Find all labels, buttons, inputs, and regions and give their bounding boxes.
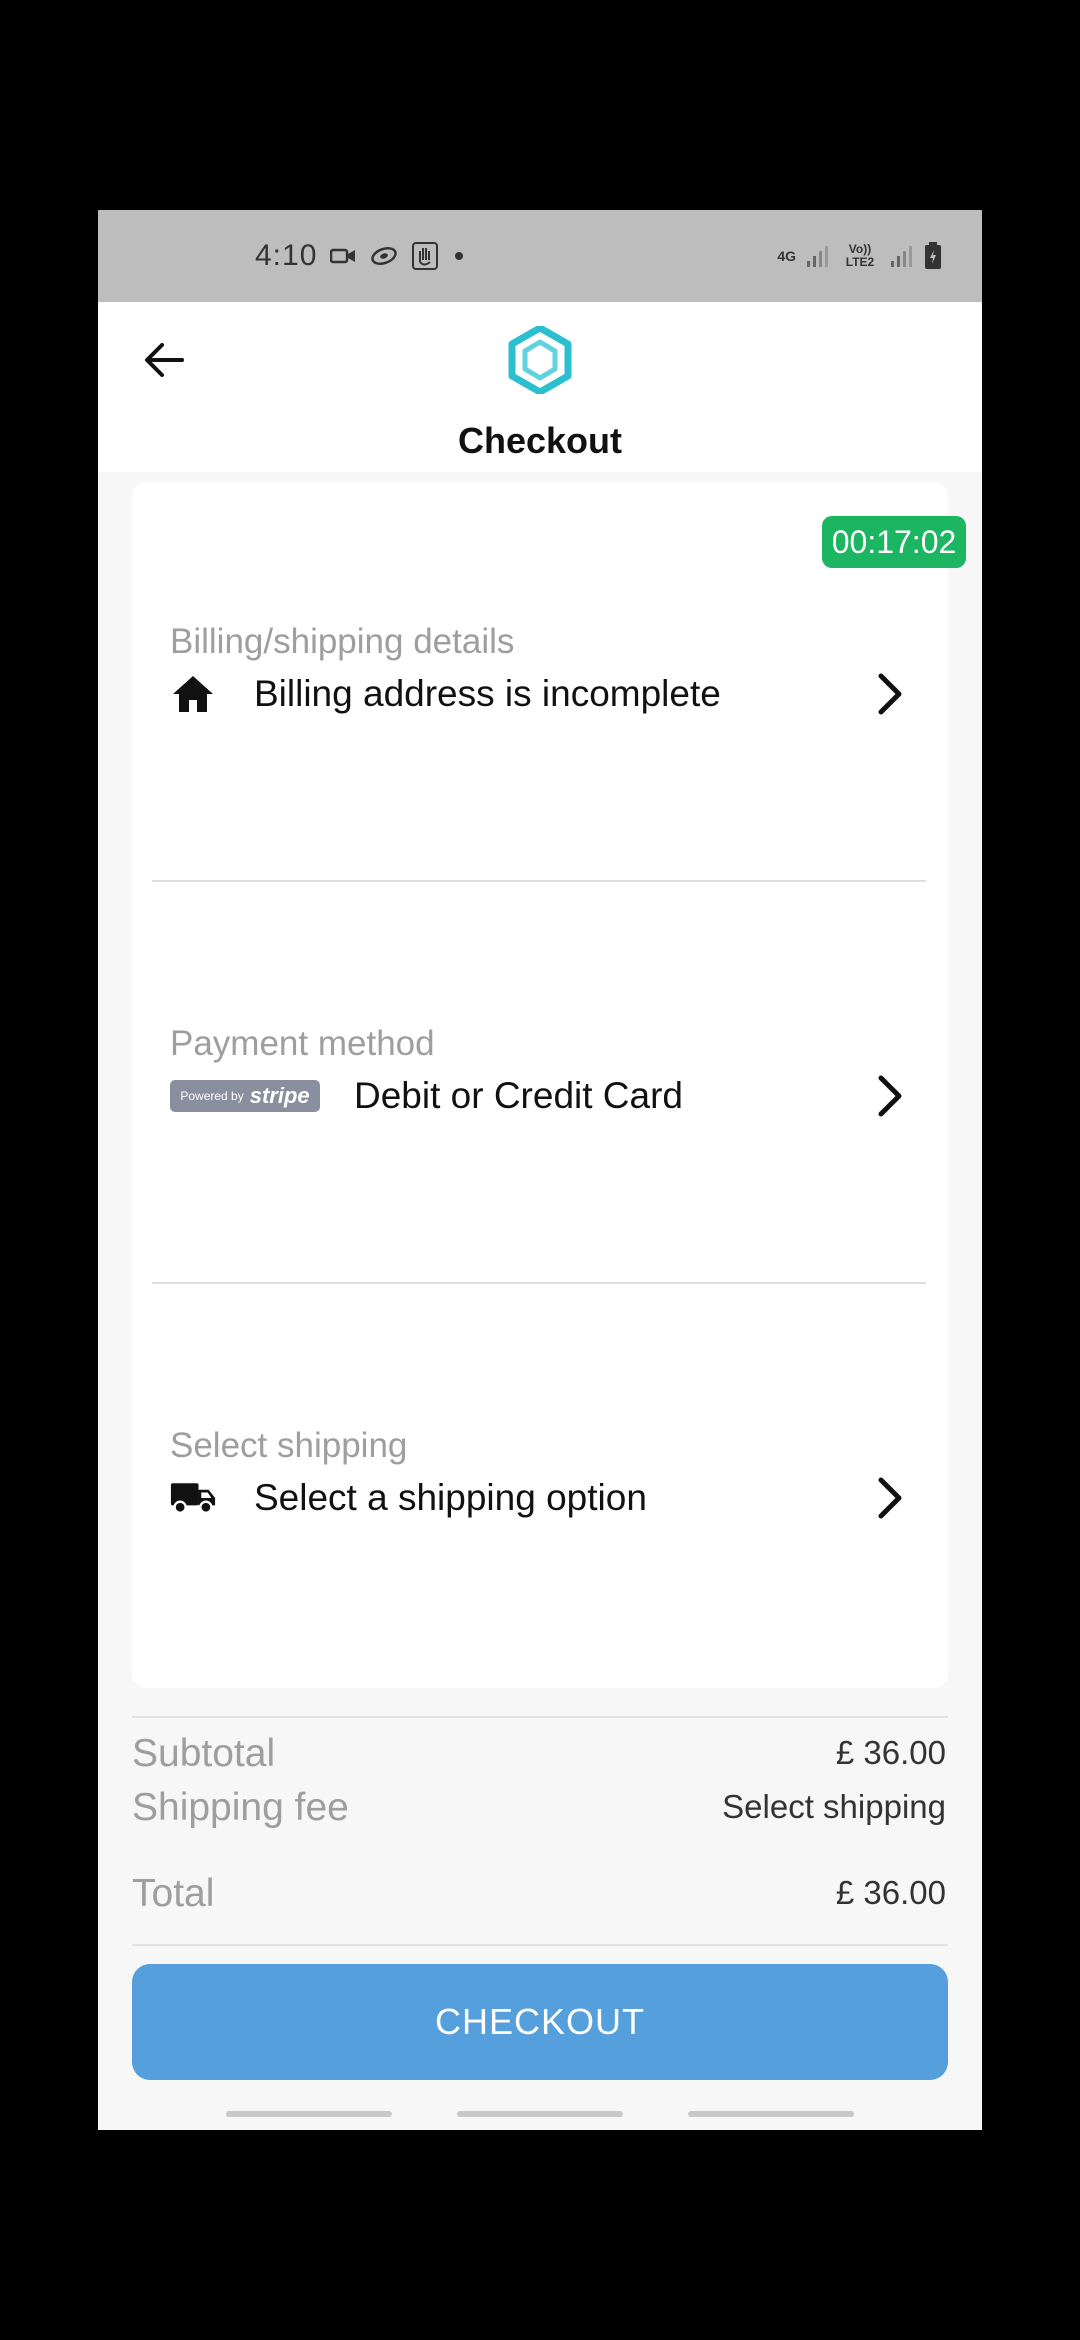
status-time: 4:10	[255, 239, 318, 272]
video-camera-icon	[330, 248, 355, 264]
app-logo-icon	[508, 326, 572, 394]
dot-icon	[455, 252, 463, 260]
status-icons-right: 4G Vo)) LTE2	[777, 210, 942, 302]
network-type-label: 4G	[777, 248, 796, 264]
shipping-option-text: Select a shipping option	[254, 1477, 647, 1518]
subtotal-label: Subtotal	[132, 1732, 276, 1775]
total-value: £ 36.00	[835, 1874, 946, 1911]
billing-address-row[interactable]: Billing address is incomplete	[170, 664, 910, 724]
payment-method-row[interactable]: Powered by stripe Debit or Credit Card	[170, 1066, 910, 1126]
countdown-timer: 00:17:02	[822, 516, 966, 568]
signal-2-icon	[891, 246, 912, 267]
arrow-left-icon	[145, 343, 184, 377]
nav-back-button[interactable]	[688, 2111, 854, 2117]
subtotal-value: £ 36.00	[835, 1734, 946, 1771]
billing-section-label: Billing/shipping details	[170, 622, 515, 661]
payment-section: Payment method Powered by stripe Debit o…	[132, 882, 948, 1282]
payment-method-text: Debit or Credit Card	[354, 1075, 684, 1116]
volte-label: Vo)) LTE2	[845, 242, 875, 269]
hand-icon	[412, 242, 438, 270]
summary-divider-top	[132, 1716, 948, 1718]
shipping-fee-value: Select shipping	[722, 1788, 946, 1825]
total-label: Total	[132, 1872, 215, 1915]
battery-icon	[925, 242, 941, 269]
signal-icon	[807, 246, 828, 267]
chevron-right-icon	[870, 669, 910, 719]
badge-brand: stripe	[249, 1083, 310, 1108]
billing-address-text: Billing address is incomplete	[254, 673, 721, 714]
badge-prefix: Powered by	[180, 1089, 244, 1103]
home-icon	[170, 671, 216, 717]
chevron-right-icon	[870, 1473, 910, 1523]
checkout-button[interactable]: CHECKOUT	[132, 1964, 948, 2080]
link-icon	[371, 246, 397, 266]
summary-divider-bottom	[132, 1944, 948, 1946]
nav-home-button[interactable]	[457, 2111, 623, 2117]
status-icons-left	[330, 210, 466, 302]
shipping-section-label: Select shipping	[170, 1426, 408, 1465]
payment-section-label: Payment method	[170, 1024, 435, 1063]
checkout-card: Billing/shipping details Billing address…	[132, 482, 948, 1688]
status-bar: 4:10 4G Vo)) LTE2	[98, 210, 982, 302]
page-title: Checkout	[457, 420, 623, 461]
powered-by-stripe-badge: Powered by stripe	[170, 1080, 320, 1112]
shipping-option-row[interactable]: Select a shipping option	[170, 1468, 910, 1528]
shipping-fee-label: Shipping fee	[132, 1786, 349, 1829]
chevron-right-icon	[870, 1071, 910, 1121]
nav-recents-button[interactable]	[226, 2111, 392, 2117]
truck-icon	[170, 1475, 216, 1521]
app-header: Checkout	[98, 302, 982, 472]
back-button[interactable]	[136, 332, 192, 388]
phone-screen: 4:10 4G Vo)) LTE2 Checkout Billing/shipp…	[98, 210, 982, 2130]
shipping-section: Select shipping Select a shipping option	[132, 1284, 948, 1688]
